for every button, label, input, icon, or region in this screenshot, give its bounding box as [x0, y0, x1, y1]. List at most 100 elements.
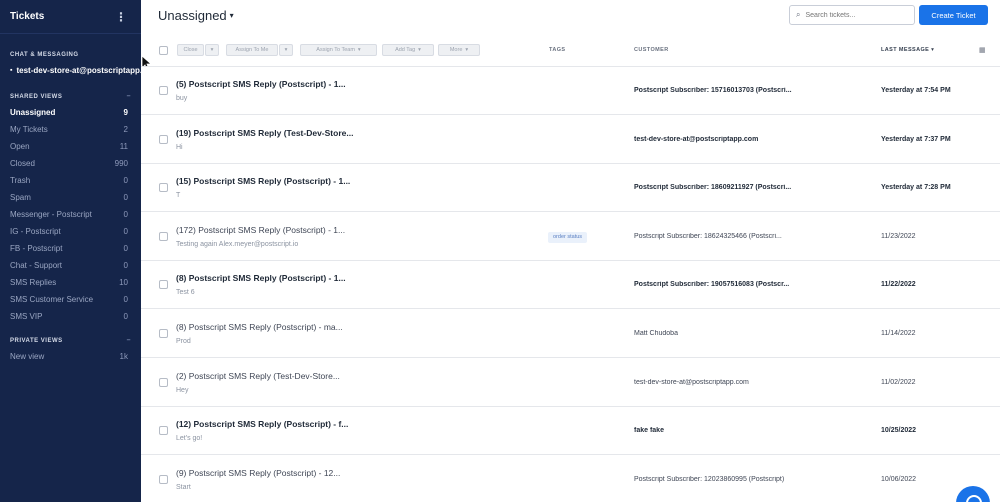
- ticket-last-message-time: Yesterday at 7:37 PM: [881, 135, 951, 143]
- ticket-subject[interactable]: (15) Postscript SMS Reply (Postscript) -…: [176, 176, 386, 186]
- chat-bubble-icon: ▪: [10, 66, 13, 74]
- close-options-button[interactable]: ▾: [205, 44, 219, 56]
- search-box[interactable]: ⌕: [789, 5, 915, 25]
- column-header-tags[interactable]: TAGS: [549, 47, 565, 53]
- sidebar-item-label: Open: [10, 142, 30, 151]
- sidebar-item-count: 0: [123, 261, 128, 270]
- ticket-subject[interactable]: (8) Postscript SMS Reply (Postscript) - …: [176, 273, 386, 283]
- chevron-down-icon: ▾: [465, 47, 469, 53]
- ticket-row[interactable]: (19) Postscript SMS Reply (Test-Dev-Stor…: [141, 115, 1000, 164]
- view-title-dropdown[interactable]: Unassigned ▾: [158, 8, 234, 23]
- ticket-preview: Hey: [176, 386, 189, 394]
- ticket-row[interactable]: (15) Postscript SMS Reply (Postscript) -…: [141, 164, 1000, 213]
- ticket-last-message-time: 11/02/2022: [881, 378, 916, 386]
- ticket-subject[interactable]: (8) Postscript SMS Reply (Postscript) - …: [176, 322, 386, 332]
- ticket-subject[interactable]: (2) Postscript SMS Reply (Test-Dev-Store…: [176, 371, 386, 381]
- ticket-checkbox[interactable]: [159, 280, 168, 290]
- chevron-down-icon: ▾: [357, 47, 361, 53]
- ticket-row[interactable]: (5) Postscript SMS Reply (Postscript) - …: [141, 67, 1000, 115]
- chevron-down-icon: ▾: [210, 47, 214, 53]
- select-all-checkbox[interactable]: [159, 46, 168, 55]
- sidebar: Tickets ⋮ CHAT & MESSAGING ▪ test-dev-st…: [0, 0, 141, 502]
- sidebar-item-spam[interactable]: Spam 0: [0, 189, 141, 206]
- assign-to-me-label: Assign To Me: [235, 47, 269, 53]
- ticket-checkbox[interactable]: [159, 134, 168, 144]
- ticket-customer: Postscript Subscriber: 18624325466 (Post…: [634, 232, 782, 240]
- column-header-customer[interactable]: CUSTOMER: [634, 47, 669, 53]
- sidebar-item-count: 0: [123, 227, 128, 236]
- ticket-subject[interactable]: (172) Postscript SMS Reply (Postscript) …: [176, 225, 386, 235]
- sidebar-item-count: 11: [119, 142, 128, 151]
- add-tag-button[interactable]: Add Tag ▾: [382, 44, 434, 56]
- search-input[interactable]: [805, 11, 906, 19]
- assign-to-team-button[interactable]: Assign To Team ▾: [300, 44, 377, 56]
- assign-options-button[interactable]: ▾: [279, 44, 293, 56]
- sidebar-item-messenger-postscript[interactable]: Messenger - Postscript 0: [0, 206, 141, 223]
- shared-views-header[interactable]: SHARED VIEWS –: [0, 93, 141, 100]
- ticket-checkbox[interactable]: [159, 426, 168, 436]
- ticket-preview: Hi: [176, 143, 183, 151]
- sidebar-item-closed[interactable]: Closed 990: [0, 155, 141, 172]
- sidebar-item-open[interactable]: Open 11: [0, 138, 141, 155]
- sidebar-item-count: 0: [123, 176, 128, 185]
- ticket-row[interactable]: (9) Postscript SMS Reply (Postscript) - …: [141, 455, 1000, 502]
- ticket-preview: Testing again Alex.meyer@postscript.io: [176, 240, 299, 248]
- ticket-last-message-time: 11/23/2022: [881, 232, 916, 240]
- close-button[interactable]: Close: [177, 44, 204, 56]
- ticket-checkbox[interactable]: [159, 474, 168, 484]
- sidebar-item-trash[interactable]: Trash 0: [0, 172, 141, 189]
- ticket-subject[interactable]: (9) Postscript SMS Reply (Postscript) - …: [176, 468, 386, 478]
- kebab-menu-icon[interactable]: ⋮: [115, 10, 127, 24]
- last-message-label: LAST MESSAGE: [881, 47, 930, 53]
- ticket-tag[interactable]: order status: [548, 231, 588, 243]
- create-ticket-button[interactable]: Create Ticket: [919, 5, 988, 25]
- sidebar-title: Tickets: [10, 11, 45, 22]
- ticket-checkbox[interactable]: [159, 86, 168, 95]
- sidebar-item-fb-postscript[interactable]: FB - Postscript 0: [0, 240, 141, 257]
- sidebar-item-sms-vip[interactable]: SMS VIP 0: [0, 308, 141, 325]
- collapse-icon[interactable]: –: [127, 93, 131, 100]
- chat-account-item[interactable]: ▪ test-dev-store-at@postscriptapp.com: [0, 63, 141, 77]
- ticket-subject[interactable]: (12) Postscript SMS Reply (Postscript) -…: [176, 419, 386, 429]
- collapse-icon[interactable]: –: [127, 337, 131, 344]
- chat-section-label: CHAT & MESSAGING: [10, 52, 79, 58]
- ticket-checkbox[interactable]: [159, 329, 168, 338]
- assign-to-me-button[interactable]: Assign To Me: [226, 44, 278, 56]
- sidebar-item-sms-customer-service[interactable]: SMS Customer Service 0: [0, 291, 141, 308]
- chevron-down-icon: ▾: [284, 47, 288, 53]
- ticket-checkbox[interactable]: [159, 377, 168, 387]
- column-settings-icon[interactable]: ▦: [979, 46, 986, 54]
- sidebar-item-my-tickets[interactable]: My Tickets 2: [0, 121, 141, 138]
- sidebar-item-unassigned[interactable]: Unassigned 9: [0, 104, 141, 121]
- sidebar-item-count: 990: [114, 159, 128, 168]
- ticket-subject[interactable]: (19) Postscript SMS Reply (Test-Dev-Stor…: [176, 128, 386, 138]
- sidebar-item-label: IG - Postscript: [10, 227, 61, 236]
- ticket-row[interactable]: (172) Postscript SMS Reply (Postscript) …: [141, 212, 1000, 261]
- column-header-last-message[interactable]: LAST MESSAGE ▾: [881, 47, 934, 53]
- sidebar-item-count: 0: [123, 244, 128, 253]
- sidebar-item-count: 9: [123, 108, 128, 117]
- top-bar: Unassigned ▾ ⌕ Create Ticket: [141, 0, 1000, 34]
- sidebar-item-chat-support[interactable]: Chat - Support 0: [0, 257, 141, 274]
- more-label: More: [449, 47, 463, 53]
- sidebar-item-label: SMS Customer Service: [10, 295, 94, 304]
- sidebar-item-ig-postscript[interactable]: IG - Postscript 0: [0, 223, 141, 240]
- private-views-list: New view 1k: [0, 348, 141, 365]
- sidebar-item-count: 10: [119, 278, 128, 287]
- sidebar-header: Tickets ⋮: [0, 0, 141, 34]
- ticket-row[interactable]: (8) Postscript SMS Reply (Postscript) - …: [141, 310, 1000, 358]
- sidebar-item-label: My Tickets: [10, 125, 48, 134]
- ticket-row[interactable]: (8) Postscript SMS Reply (Postscript) - …: [141, 261, 1000, 310]
- ticket-subject[interactable]: (5) Postscript SMS Reply (Postscript) - …: [176, 79, 386, 89]
- ticket-last-message-time: 11/14/2022: [881, 330, 916, 337]
- private-views-header[interactable]: PRIVATE VIEWS –: [0, 337, 141, 344]
- ticket-preview: Start: [176, 483, 191, 491]
- more-button[interactable]: More ▾: [438, 44, 480, 56]
- ticket-row[interactable]: (2) Postscript SMS Reply (Test-Dev-Store…: [141, 358, 1000, 407]
- sidebar-item-new-view[interactable]: New view 1k: [0, 348, 141, 365]
- ticket-checkbox[interactable]: [159, 183, 168, 193]
- ticket-row[interactable]: (12) Postscript SMS Reply (Postscript) -…: [141, 407, 1000, 456]
- search-icon: ⌕: [796, 10, 801, 19]
- sidebar-item-sms-replies[interactable]: SMS Replies 10: [0, 274, 141, 291]
- ticket-checkbox[interactable]: [159, 231, 168, 241]
